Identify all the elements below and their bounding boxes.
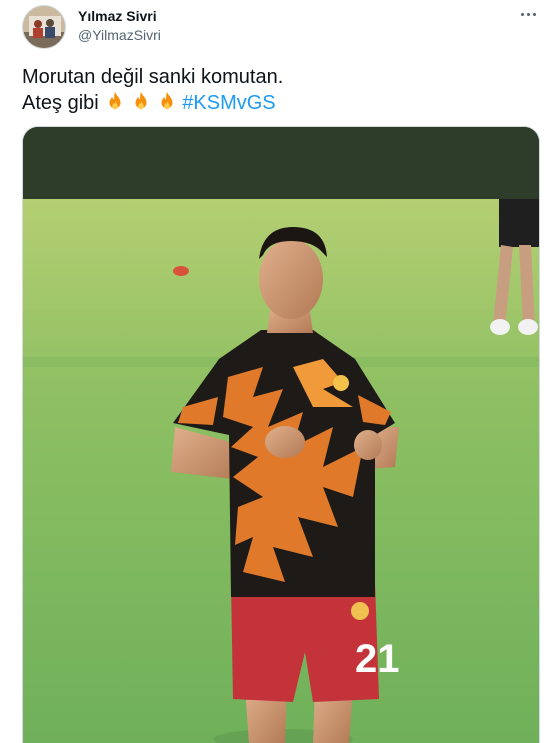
photo-icon: 21 [23, 127, 539, 743]
fire-emoji-icon [161, 91, 173, 110]
author-handle[interactable]: @YilmazSivri [78, 27, 161, 43]
author-display-name[interactable]: Yılmaz Sivri [78, 8, 157, 24]
tweet-photo[interactable]: 21 [22, 126, 540, 743]
fire-emoji-icon [109, 91, 121, 110]
tweet-text: Morutan değil sanki komutan. Ateş gibi #… [22, 64, 532, 116]
user-avatar-icon [23, 6, 65, 48]
tweet-card[interactable]: Yılmaz Sivri @YilmazSivri Morutan değil … [0, 0, 550, 743]
jersey-number: 21 [355, 637, 400, 681]
tweet-line-2-text: Ateş gibi [22, 92, 99, 114]
tweet-line-1: Morutan değil sanki komutan. [22, 66, 284, 88]
avatar[interactable] [22, 5, 66, 49]
tweet-line-2: Ateş gibi #KSMvGS [22, 90, 532, 116]
fire-emoji-icon [135, 91, 147, 110]
hashtag-link[interactable]: #KSMvGS [182, 92, 275, 114]
more-options-icon[interactable] [516, 4, 540, 24]
